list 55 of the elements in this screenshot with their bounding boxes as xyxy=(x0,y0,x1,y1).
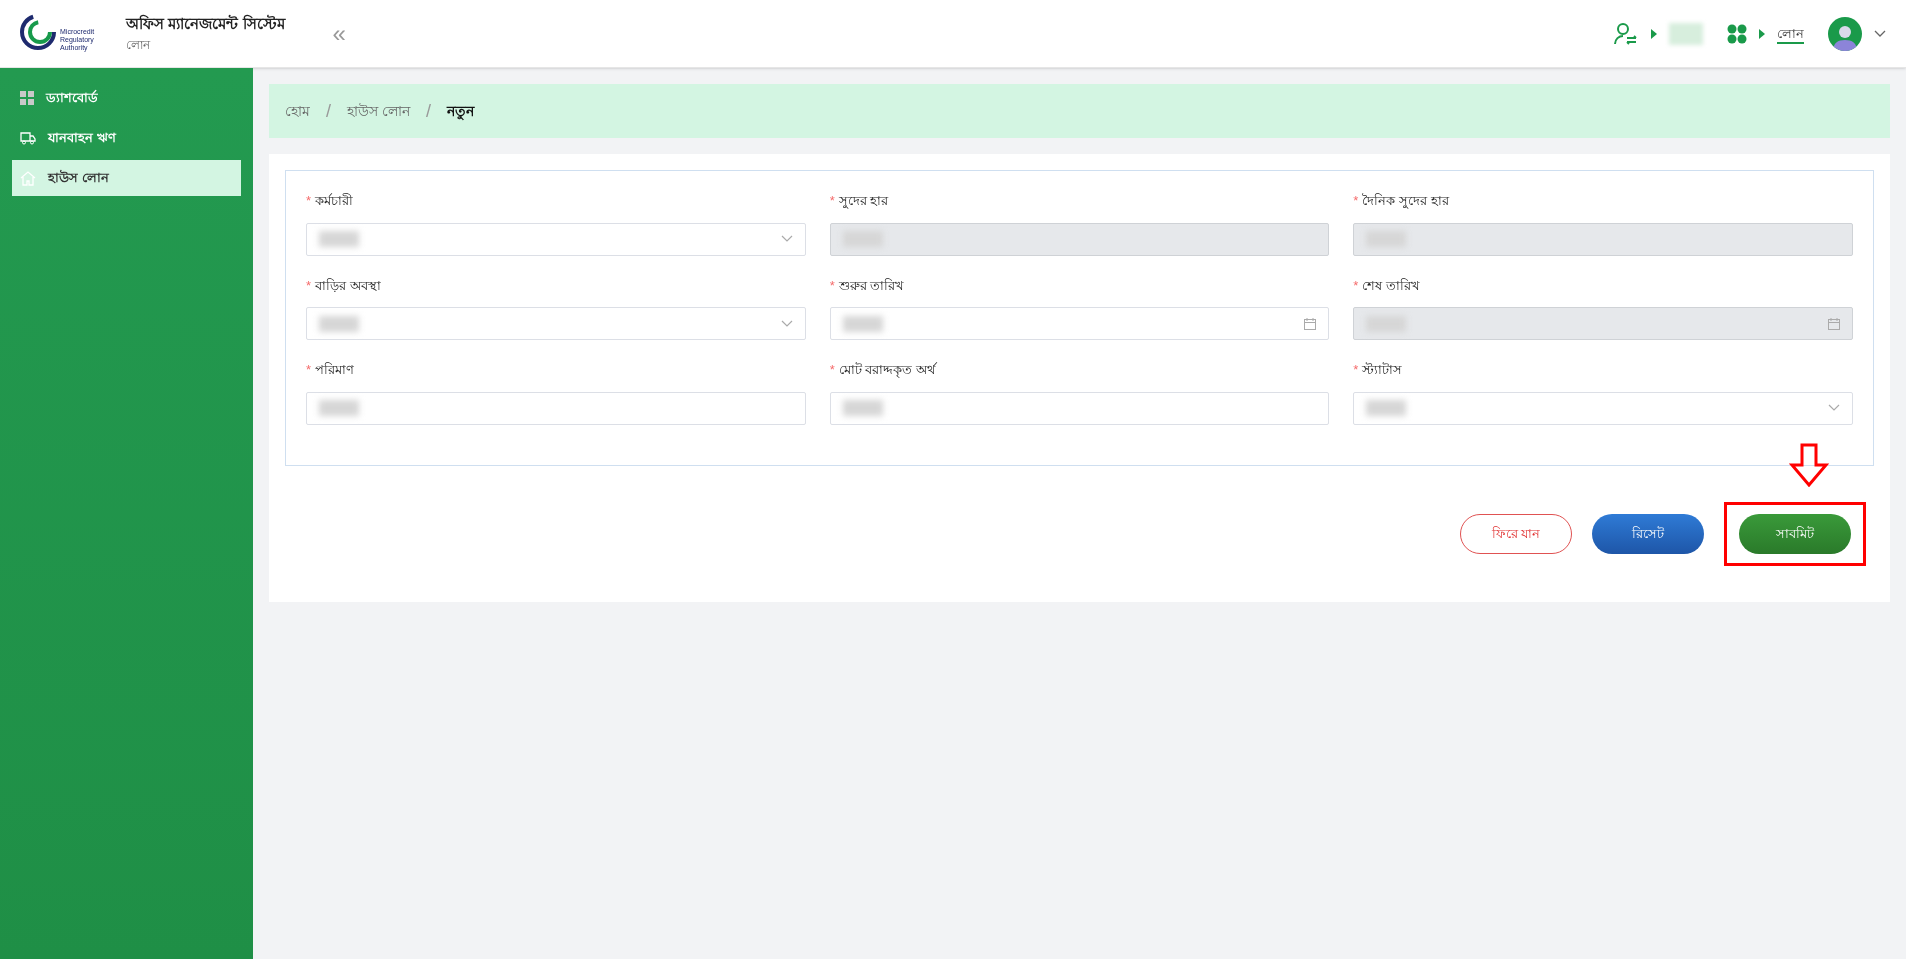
caret-icon xyxy=(1759,28,1765,39)
back-button[interactable]: ফিরে যান xyxy=(1460,513,1572,554)
sidebar-item[interactable]: যানবাহন ঋণ xyxy=(12,120,241,156)
select-field[interactable] xyxy=(306,307,806,340)
breadcrumb-separator: / xyxy=(326,99,331,123)
avatar-icon[interactable] xyxy=(1828,16,1862,51)
required-mark: * xyxy=(306,361,312,379)
collapse-button[interactable]: « xyxy=(332,21,346,46)
required-mark: * xyxy=(1353,361,1359,379)
chevron-down-icon xyxy=(780,319,793,328)
chevron-down-icon[interactable] xyxy=(1874,29,1886,38)
caret-icon xyxy=(1651,28,1657,39)
breadcrumb-separator: / xyxy=(425,99,431,123)
field-label: পরিমাণ xyxy=(315,361,355,379)
required-mark: * xyxy=(829,276,835,295)
truck-icon xyxy=(20,131,36,145)
chevron-down-icon xyxy=(780,235,793,243)
field-label: মোট বরাদ্দকৃত অর্থ xyxy=(838,361,935,380)
required-mark: * xyxy=(1353,192,1359,210)
field-label: শেষ তারিখ xyxy=(1362,276,1420,295)
required-mark: * xyxy=(306,276,312,295)
required-mark: * xyxy=(829,192,835,210)
reset-button[interactable]: রিসেট xyxy=(1592,513,1704,554)
field-label: দৈনিক সুদের হার xyxy=(1362,192,1449,211)
calendar-icon xyxy=(1828,317,1840,330)
sidebar-item[interactable]: ড্যাশবোর্ড xyxy=(12,80,241,116)
dashboard-icon xyxy=(20,91,34,105)
chevron-down-icon xyxy=(1828,404,1840,412)
calendar-icon xyxy=(1304,317,1317,330)
date-field[interactable] xyxy=(829,307,1330,340)
app-subtitle: লোন xyxy=(126,36,152,54)
input-field[interactable] xyxy=(306,391,806,425)
required-mark: * xyxy=(306,192,312,210)
module-link[interactable]: লোন xyxy=(1777,23,1804,44)
down-arrow-icon xyxy=(1789,442,1829,487)
required-mark: * xyxy=(829,361,835,379)
field-label: স্ট্যাটাস xyxy=(1362,361,1403,379)
input-field[interactable] xyxy=(829,391,1330,425)
switch-user-icon[interactable] xyxy=(1613,21,1639,46)
field-label: সুদের হার xyxy=(838,192,889,211)
field-label: শুরুর তারিখ xyxy=(838,276,905,295)
redacted-name xyxy=(1669,22,1703,45)
breadcrumb-link[interactable]: হাউস লোন xyxy=(347,100,410,122)
field-label: কর্মচারী xyxy=(315,192,354,210)
select-field[interactable] xyxy=(1353,391,1853,425)
app-title: অফিস ম্যানেজমেন্ট সিস্টেম xyxy=(126,13,285,35)
submit-button[interactable]: সাবমিট xyxy=(1739,513,1851,554)
apps-grid-icon[interactable] xyxy=(1727,23,1747,44)
breadcrumb-current: নতুন xyxy=(446,101,474,122)
breadcrumb-link[interactable]: হোম xyxy=(285,100,310,122)
select-field[interactable] xyxy=(306,222,806,256)
sidebar-item[interactable]: হাউস লোন xyxy=(12,160,241,196)
home-icon xyxy=(20,170,36,186)
field-label: বাড়ির অবস্থা xyxy=(315,276,381,295)
required-mark: * xyxy=(1353,276,1359,295)
